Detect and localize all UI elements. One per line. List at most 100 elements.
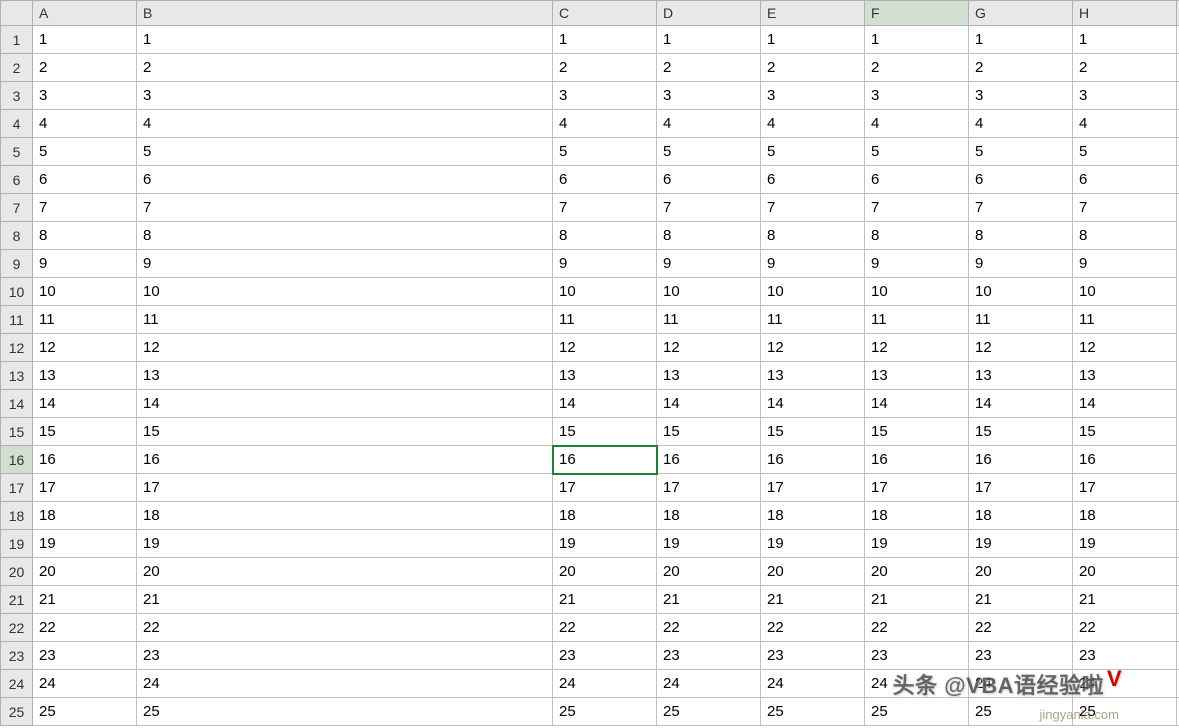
cell-D5[interactable]: 5 [657, 138, 761, 166]
cell-H7[interactable]: 7 [761, 194, 865, 222]
cell-F25[interactable]: 25 [865, 698, 969, 726]
cell-A11[interactable]: 11 [33, 306, 137, 334]
cell-B7[interactable]: 7 [137, 194, 553, 222]
cell-A5[interactable]: 5 [33, 138, 137, 166]
cell-K14[interactable]: 14 [1073, 390, 1177, 418]
cell-F12[interactable]: 12 [553, 334, 657, 362]
cell-F23[interactable]: 23 [865, 642, 969, 670]
cell-F15[interactable]: 15 [553, 418, 657, 446]
cell-B4[interactable]: 4 [137, 110, 553, 138]
cell-A21[interactable]: 21 [33, 586, 137, 614]
cell-D19[interactable]: 19 [657, 530, 761, 558]
cell-B18[interactable]: 18 [137, 502, 553, 530]
column-header-D[interactable]: D [657, 1, 761, 26]
cell-H16[interactable]: 16 [761, 446, 865, 474]
row-header-4[interactable]: 4 [1, 110, 33, 138]
cell-B19[interactable]: 19 [137, 530, 553, 558]
cell-G12[interactable]: 12 [657, 334, 761, 362]
cell-H15[interactable]: 15 [761, 418, 865, 446]
cell-F19[interactable]: 19 [865, 530, 969, 558]
cell-K13[interactable]: 13 [1073, 362, 1177, 390]
cell-E2[interactable]: 2 [761, 54, 865, 82]
cell-E23[interactable]: 23 [761, 642, 865, 670]
column-header-B[interactable]: B [137, 1, 553, 26]
cell-B21[interactable]: 21 [137, 586, 553, 614]
row-header-21[interactable]: 21 [1, 586, 33, 614]
row-header-19[interactable]: 19 [1, 530, 33, 558]
cell-I17[interactable]: 17 [865, 474, 969, 502]
cell-J8[interactable]: 8 [969, 222, 1073, 250]
row-header-15[interactable]: 15 [1, 418, 33, 446]
cell-B23[interactable]: 23 [137, 642, 553, 670]
cell-G7[interactable]: 7 [657, 194, 761, 222]
column-header-F[interactable]: F [865, 1, 969, 26]
cell-E25[interactable]: 25 [761, 698, 865, 726]
column-header-E[interactable]: E [761, 1, 865, 26]
cell-K10[interactable]: 10 [1073, 278, 1177, 306]
cell-B10[interactable]: 10 [137, 278, 553, 306]
cell-G14[interactable]: 14 [657, 390, 761, 418]
cell-A22[interactable]: 22 [33, 614, 137, 642]
row-header-9[interactable]: 9 [1, 250, 33, 278]
cell-D23[interactable]: 23 [657, 642, 761, 670]
cell-K15[interactable]: 15 [1073, 418, 1177, 446]
cell-F3[interactable]: 3 [865, 82, 969, 110]
cell-B15[interactable]: 15 [137, 418, 553, 446]
cell-G18[interactable]: 18 [969, 502, 1073, 530]
column-header-G[interactable]: G [969, 1, 1073, 26]
cell-G10[interactable]: 10 [657, 278, 761, 306]
cell-A15[interactable]: 15 [33, 418, 137, 446]
cell-B5[interactable]: 5 [137, 138, 553, 166]
cell-B3[interactable]: 3 [137, 82, 553, 110]
cell-G3[interactable]: 3 [969, 82, 1073, 110]
cell-I8[interactable]: 8 [865, 222, 969, 250]
cell-G23[interactable]: 23 [969, 642, 1073, 670]
cell-K12[interactable]: 12 [1073, 334, 1177, 362]
cell-D25[interactable]: 25 [657, 698, 761, 726]
cell-H9[interactable]: 9 [761, 250, 865, 278]
cell-J11[interactable]: 11 [969, 306, 1073, 334]
cell-F13[interactable]: 13 [553, 362, 657, 390]
cell-A19[interactable]: 19 [33, 530, 137, 558]
cell-G15[interactable]: 15 [657, 418, 761, 446]
cell-A10[interactable]: 10 [33, 278, 137, 306]
cell-B14[interactable]: 14 [137, 390, 553, 418]
cell-H18[interactable]: 18 [1073, 502, 1177, 530]
cell-E3[interactable]: 3 [761, 82, 865, 110]
cell-B12[interactable]: 12 [137, 334, 553, 362]
cell-E24[interactable]: 24 [761, 670, 865, 698]
cell-F9[interactable]: 9 [553, 250, 657, 278]
cell-K7[interactable]: 7 [1073, 194, 1177, 222]
cell-A7[interactable]: 7 [33, 194, 137, 222]
cell-F1[interactable]: 1 [865, 26, 969, 54]
cell-D22[interactable]: 22 [657, 614, 761, 642]
cell-J17[interactable]: 17 [969, 474, 1073, 502]
cell-F20[interactable]: 20 [865, 558, 969, 586]
cell-E5[interactable]: 5 [761, 138, 865, 166]
cell-A8[interactable]: 8 [33, 222, 137, 250]
cell-B6[interactable]: 6 [137, 166, 553, 194]
cell-I10[interactable]: 10 [865, 278, 969, 306]
row-header-12[interactable]: 12 [1, 334, 33, 362]
cell-F8[interactable]: 8 [553, 222, 657, 250]
cell-C6[interactable]: 6 [553, 166, 657, 194]
row-header-14[interactable]: 14 [1, 390, 33, 418]
cell-F21[interactable]: 21 [865, 586, 969, 614]
cell-D24[interactable]: 24 [657, 670, 761, 698]
cell-E21[interactable]: 21 [761, 586, 865, 614]
cell-H23[interactable]: 23 [1073, 642, 1177, 670]
cell-F2[interactable]: 2 [865, 54, 969, 82]
cell-C24[interactable]: 24 [553, 670, 657, 698]
cell-H17[interactable]: 17 [761, 474, 865, 502]
cell-K9[interactable]: 9 [1073, 250, 1177, 278]
row-header-7[interactable]: 7 [1, 194, 33, 222]
cell-G22[interactable]: 22 [969, 614, 1073, 642]
cell-A3[interactable]: 3 [33, 82, 137, 110]
cell-H2[interactable]: 2 [1073, 54, 1177, 82]
cell-F22[interactable]: 22 [865, 614, 969, 642]
cell-A18[interactable]: 18 [33, 502, 137, 530]
cell-B22[interactable]: 22 [137, 614, 553, 642]
cell-A1[interactable]: 1 [33, 26, 137, 54]
cell-H22[interactable]: 22 [1073, 614, 1177, 642]
cell-G4[interactable]: 4 [969, 110, 1073, 138]
